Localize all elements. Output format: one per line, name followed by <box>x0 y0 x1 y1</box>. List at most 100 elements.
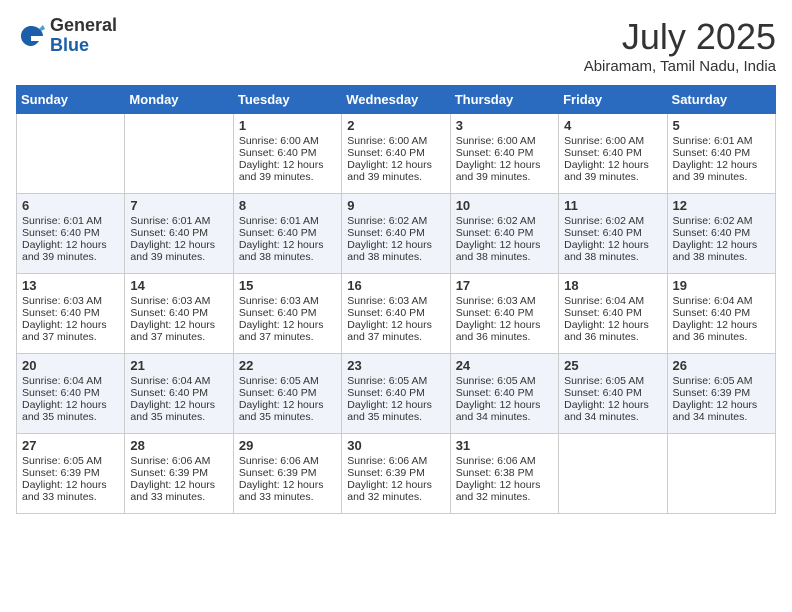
day-number: 25 <box>564 358 661 373</box>
month-year-title: July 2025 <box>584 16 776 58</box>
sunrise-text: Sunrise: 6:00 AM <box>564 135 661 147</box>
sunrise-text: Sunrise: 6:01 AM <box>130 215 227 227</box>
sunset-text: Sunset: 6:39 PM <box>130 467 227 479</box>
daylight-text: Daylight: 12 hours and 39 minutes. <box>456 159 553 183</box>
calendar-cell <box>667 434 775 514</box>
calendar-cell: 9Sunrise: 6:02 AMSunset: 6:40 PMDaylight… <box>342 194 450 274</box>
daylight-text: Daylight: 12 hours and 39 minutes. <box>239 159 336 183</box>
day-number: 10 <box>456 198 553 213</box>
day-number: 16 <box>347 278 444 293</box>
calendar-cell: 7Sunrise: 6:01 AMSunset: 6:40 PMDaylight… <box>125 194 233 274</box>
sunset-text: Sunset: 6:40 PM <box>347 227 444 239</box>
sunset-text: Sunset: 6:40 PM <box>22 387 119 399</box>
day-number: 30 <box>347 438 444 453</box>
sunset-text: Sunset: 6:40 PM <box>564 147 661 159</box>
daylight-text: Daylight: 12 hours and 36 minutes. <box>564 319 661 343</box>
sunrise-text: Sunrise: 6:03 AM <box>239 295 336 307</box>
daylight-text: Daylight: 12 hours and 34 minutes. <box>564 399 661 423</box>
logo-blue: Blue <box>50 36 117 56</box>
sunset-text: Sunset: 6:40 PM <box>673 227 770 239</box>
calendar-cell: 29Sunrise: 6:06 AMSunset: 6:39 PMDayligh… <box>233 434 341 514</box>
day-header-sunday: Sunday <box>17 86 125 114</box>
day-number: 1 <box>239 118 336 133</box>
sunrise-text: Sunrise: 6:06 AM <box>239 455 336 467</box>
sunset-text: Sunset: 6:40 PM <box>456 307 553 319</box>
day-header-wednesday: Wednesday <box>342 86 450 114</box>
page-header: General Blue July 2025 Abiramam, Tamil N… <box>16 16 776 75</box>
sunrise-text: Sunrise: 6:04 AM <box>673 295 770 307</box>
daylight-text: Daylight: 12 hours and 32 minutes. <box>347 479 444 503</box>
daylight-text: Daylight: 12 hours and 34 minutes. <box>456 399 553 423</box>
day-number: 17 <box>456 278 553 293</box>
calendar-cell: 13Sunrise: 6:03 AMSunset: 6:40 PMDayligh… <box>17 274 125 354</box>
sunset-text: Sunset: 6:40 PM <box>239 147 336 159</box>
calendar-cell <box>559 434 667 514</box>
sunrise-text: Sunrise: 6:06 AM <box>456 455 553 467</box>
sunset-text: Sunset: 6:39 PM <box>239 467 336 479</box>
calendar-cell: 20Sunrise: 6:04 AMSunset: 6:40 PMDayligh… <box>17 354 125 434</box>
daylight-text: Daylight: 12 hours and 37 minutes. <box>239 319 336 343</box>
calendar-cell: 23Sunrise: 6:05 AMSunset: 6:40 PMDayligh… <box>342 354 450 434</box>
sunrise-text: Sunrise: 6:03 AM <box>456 295 553 307</box>
calendar-week-row: 6Sunrise: 6:01 AMSunset: 6:40 PMDaylight… <box>17 194 776 274</box>
calendar-cell <box>17 114 125 194</box>
sunset-text: Sunset: 6:40 PM <box>673 307 770 319</box>
day-number: 19 <box>673 278 770 293</box>
sunrise-text: Sunrise: 6:02 AM <box>564 215 661 227</box>
day-number: 12 <box>673 198 770 213</box>
sunset-text: Sunset: 6:39 PM <box>22 467 119 479</box>
day-header-tuesday: Tuesday <box>233 86 341 114</box>
daylight-text: Daylight: 12 hours and 38 minutes. <box>239 239 336 263</box>
sunrise-text: Sunrise: 6:05 AM <box>456 375 553 387</box>
sunrise-text: Sunrise: 6:02 AM <box>347 215 444 227</box>
daylight-text: Daylight: 12 hours and 39 minutes. <box>564 159 661 183</box>
sunrise-text: Sunrise: 6:02 AM <box>456 215 553 227</box>
calendar-cell: 1Sunrise: 6:00 AMSunset: 6:40 PMDaylight… <box>233 114 341 194</box>
sunrise-text: Sunrise: 6:05 AM <box>239 375 336 387</box>
sunset-text: Sunset: 6:40 PM <box>347 387 444 399</box>
sunrise-text: Sunrise: 6:01 AM <box>22 215 119 227</box>
day-number: 20 <box>22 358 119 373</box>
calendar-cell: 16Sunrise: 6:03 AMSunset: 6:40 PMDayligh… <box>342 274 450 354</box>
daylight-text: Daylight: 12 hours and 38 minutes. <box>456 239 553 263</box>
daylight-text: Daylight: 12 hours and 36 minutes. <box>456 319 553 343</box>
daylight-text: Daylight: 12 hours and 34 minutes. <box>673 399 770 423</box>
calendar-cell: 6Sunrise: 6:01 AMSunset: 6:40 PMDaylight… <box>17 194 125 274</box>
calendar-cell: 8Sunrise: 6:01 AMSunset: 6:40 PMDaylight… <box>233 194 341 274</box>
sunset-text: Sunset: 6:40 PM <box>564 307 661 319</box>
day-number: 4 <box>564 118 661 133</box>
sunrise-text: Sunrise: 6:05 AM <box>673 375 770 387</box>
day-number: 14 <box>130 278 227 293</box>
calendar-cell: 19Sunrise: 6:04 AMSunset: 6:40 PMDayligh… <box>667 274 775 354</box>
sunrise-text: Sunrise: 6:01 AM <box>239 215 336 227</box>
daylight-text: Daylight: 12 hours and 35 minutes. <box>347 399 444 423</box>
calendar-week-row: 13Sunrise: 6:03 AMSunset: 6:40 PMDayligh… <box>17 274 776 354</box>
calendar-cell: 17 Sunrise: 6:03 AMSunset: 6:40 PMDayligh… <box>450 274 558 354</box>
sunrise-text: Sunrise: 6:00 AM <box>347 135 444 147</box>
daylight-text: Daylight: 12 hours and 38 minutes. <box>347 239 444 263</box>
sunset-text: Sunset: 6:40 PM <box>239 307 336 319</box>
sunrise-text: Sunrise: 6:06 AM <box>130 455 227 467</box>
day-header-thursday: Thursday <box>450 86 558 114</box>
calendar-cell: 4 Sunrise: 6:00 AMSunset: 6:40 PMDaylight… <box>559 114 667 194</box>
calendar-cell: 26Sunrise: 6:05 AMSunset: 6:39 PMDayligh… <box>667 354 775 434</box>
daylight-text: Daylight: 12 hours and 37 minutes. <box>22 319 119 343</box>
sunset-text: Sunset: 6:40 PM <box>22 307 119 319</box>
sunset-text: Sunset: 6:40 PM <box>347 307 444 319</box>
calendar-cell: 14Sunrise: 6:03 AMSunset: 6:40 PMDayligh… <box>125 274 233 354</box>
sunrise-text: Sunrise: 6:04 AM <box>564 295 661 307</box>
daylight-text: Daylight: 12 hours and 37 minutes. <box>130 319 227 343</box>
calendar-cell: 3Sunrise: 6:00 AMSunset: 6:40 PMDaylight… <box>450 114 558 194</box>
day-number: 22 <box>239 358 336 373</box>
day-number: 21 <box>130 358 227 373</box>
daylight-text: Daylight: 12 hours and 33 minutes. <box>239 479 336 503</box>
sunrise-text: Sunrise: 6:05 AM <box>22 455 119 467</box>
sunset-text: Sunset: 6:38 PM <box>456 467 553 479</box>
sunrise-text: Sunrise: 6:04 AM <box>22 375 119 387</box>
sunrise-text: Sunrise: 6:03 AM <box>22 295 119 307</box>
day-number: 15 <box>239 278 336 293</box>
calendar-cell: 2Sunrise: 6:00 AMSunset: 6:40 PMDaylight… <box>342 114 450 194</box>
daylight-text: Daylight: 12 hours and 35 minutes. <box>130 399 227 423</box>
calendar-table: SundayMondayTuesdayWednesdayThursdayFrid… <box>16 85 776 514</box>
day-number: 11 <box>564 198 661 213</box>
